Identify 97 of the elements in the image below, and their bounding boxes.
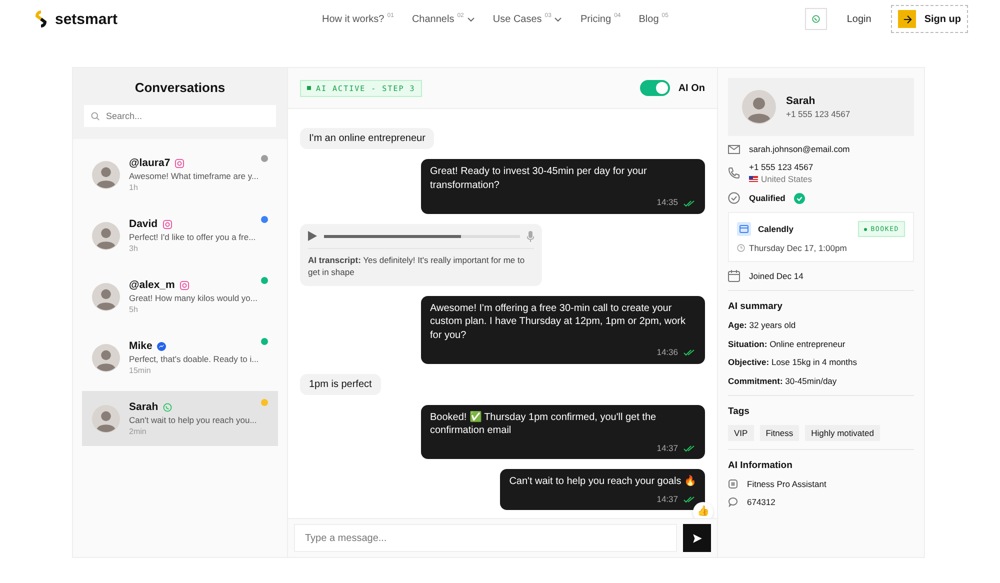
clock-icon [737, 244, 745, 252]
nav-link[interactable]: Pricing [580, 14, 612, 24]
verified-icon [794, 192, 806, 204]
panel-title: Conversations [134, 80, 226, 95]
message-time: 14:37 [656, 442, 678, 454]
avatar [92, 404, 120, 432]
contact-name: Mike [129, 340, 152, 352]
conversation-item[interactable]: @laura7 Awesome! What timeframe are y... 1h [82, 147, 278, 202]
message-time: 14:37 [656, 494, 678, 505]
camera-icon [175, 158, 184, 168]
conversation-item[interactable]: David Perfect! I'd like to offer you a fre... 3h [82, 208, 278, 263]
booking-datetime: Thursday Dec 17, 1:00pm [749, 243, 847, 253]
timestamp: 3h [129, 244, 139, 253]
conversation-item[interactable]: Mike Perfect, that's doable. Ready to i... 15min [82, 330, 278, 385]
nav-link[interactable]: Blog [638, 14, 659, 24]
conversation-item[interactable]: @alex_m Great! How many kilos would yo... 5h [82, 269, 278, 324]
message-input[interactable]: Type a message... [294, 524, 677, 552]
send-button[interactable] [683, 524, 711, 552]
ai-info-text: Fitness Pro Assistant [747, 478, 826, 488]
chevron-down-icon [554, 16, 562, 22]
message-time: 14:35 [656, 197, 678, 209]
nav-link[interactable]: Use Cases [492, 14, 542, 24]
message-preview: Great! How many kilos would yo... [129, 293, 258, 303]
audio-track[interactable] [324, 234, 520, 238]
phone-bubble-icon [812, 14, 820, 24]
message-text: Awesome! I'm offering a free 30-min call to create your custom plan. I have Thursday at 12pm, 1pm or 2pm, work for you? [430, 302, 686, 342]
transcript-text: AI transcript: Yes definitely! It's really important for me to get in shape [308, 254, 526, 279]
reaction-badge: 👍 [693, 502, 713, 518]
envelope-icon [728, 144, 740, 154]
flag-icon [749, 176, 758, 182]
chat-bubble-icon [157, 342, 166, 350]
chat-icon [728, 496, 738, 506]
tag: Highly motivated [805, 424, 880, 440]
section-title: Tags [728, 406, 750, 416]
timestamp: 1h [129, 183, 139, 192]
message-preview: Awesome! What timeframe are y... [129, 171, 259, 181]
phone-icon [728, 167, 740, 179]
logo-text[interactable]: setsmart [55, 10, 118, 28]
timestamp: 15min [129, 366, 152, 375]
check-circle-icon [728, 192, 740, 204]
message-time: 14:36 [656, 347, 678, 359]
phone-bubble-icon [163, 402, 172, 412]
nav-link[interactable]: How it works? [322, 14, 384, 24]
avatar [92, 222, 120, 250]
message-preview: Perfect, that's doable. Ready to i... [129, 354, 259, 364]
ai-info-text: 674312 [747, 496, 776, 506]
calendar-icon [728, 270, 740, 282]
joined-text: Joined Dec 14 [749, 271, 804, 281]
email-text: sarah.johnson@email.com [749, 144, 850, 154]
chip-icon [728, 478, 738, 488]
whatsapp-button[interactable] [804, 8, 827, 30]
chevron-down-icon [466, 16, 475, 22]
message-preview: Can't wait to help you reach you... [129, 415, 257, 425]
summary-line: Situation: Online entrepreneur [728, 338, 846, 350]
calendar-icon [737, 222, 751, 236]
summary-line: Objective: Lose 15kg in 4 months [728, 357, 858, 368]
incoming-message: I'm an online entrepreneur [300, 128, 434, 150]
tag: Fitness [760, 424, 800, 440]
phone-text: +1 555 123 4567 [749, 162, 814, 172]
conversation-item[interactable]: Sarah Can't wait to help you reach you... 2min [82, 391, 278, 446]
send-icon [692, 532, 702, 544]
login-link[interactable]: Login [846, 14, 872, 24]
message-text: Great! Ready to invest 30-45min per day for your transformation? [430, 165, 648, 192]
profile-phone: +1 555 123 4567 [786, 109, 850, 119]
nav-link[interactable]: Channels [412, 14, 454, 24]
avatar [92, 344, 120, 372]
ai-toggle[interactable] [640, 80, 670, 96]
arrow-right-icon [902, 14, 912, 24]
avatar [92, 282, 120, 310]
message-text: Can't wait to help you reach your goals 🔥 [509, 475, 696, 489]
signup-button[interactable]: Sign up [891, 5, 968, 33]
summary-line: Commitment: 30-45min/day [728, 376, 838, 386]
incoming-message: 1pm is perfect [300, 374, 381, 395]
camera-icon [180, 280, 189, 290]
section-title: AI Information [728, 460, 794, 470]
timestamp: 2min [129, 427, 148, 436]
summary-line: Age: 32 years old [728, 320, 797, 331]
section-title: AI summary [728, 301, 784, 312]
booking-title: Calendly [758, 224, 794, 234]
contact-name: @alex_m [129, 279, 175, 291]
message-preview: Perfect! I'd like to offer you a fre... [129, 232, 256, 242]
timestamp: 5h [129, 305, 139, 314]
contact-name: David [129, 218, 158, 230]
profile-name: Sarah [786, 95, 816, 107]
avatar [92, 160, 120, 188]
avatar [742, 90, 776, 124]
contact-name: Sarah [129, 401, 158, 413]
search-field[interactable]: Search... [84, 105, 276, 127]
tag: VIP [728, 424, 754, 440]
play-icon[interactable] [308, 231, 317, 242]
country-text: United States [761, 174, 812, 184]
contact-name: @laura7 [129, 157, 170, 169]
status-text: Qualified [749, 193, 786, 203]
message-text: Booked! ✅ Thursday 1pm confirmed, you'll get the confirmation email [430, 410, 658, 438]
microphone-icon [527, 230, 534, 242]
toggle-label: AI On [678, 82, 705, 94]
camera-icon [162, 220, 172, 228]
